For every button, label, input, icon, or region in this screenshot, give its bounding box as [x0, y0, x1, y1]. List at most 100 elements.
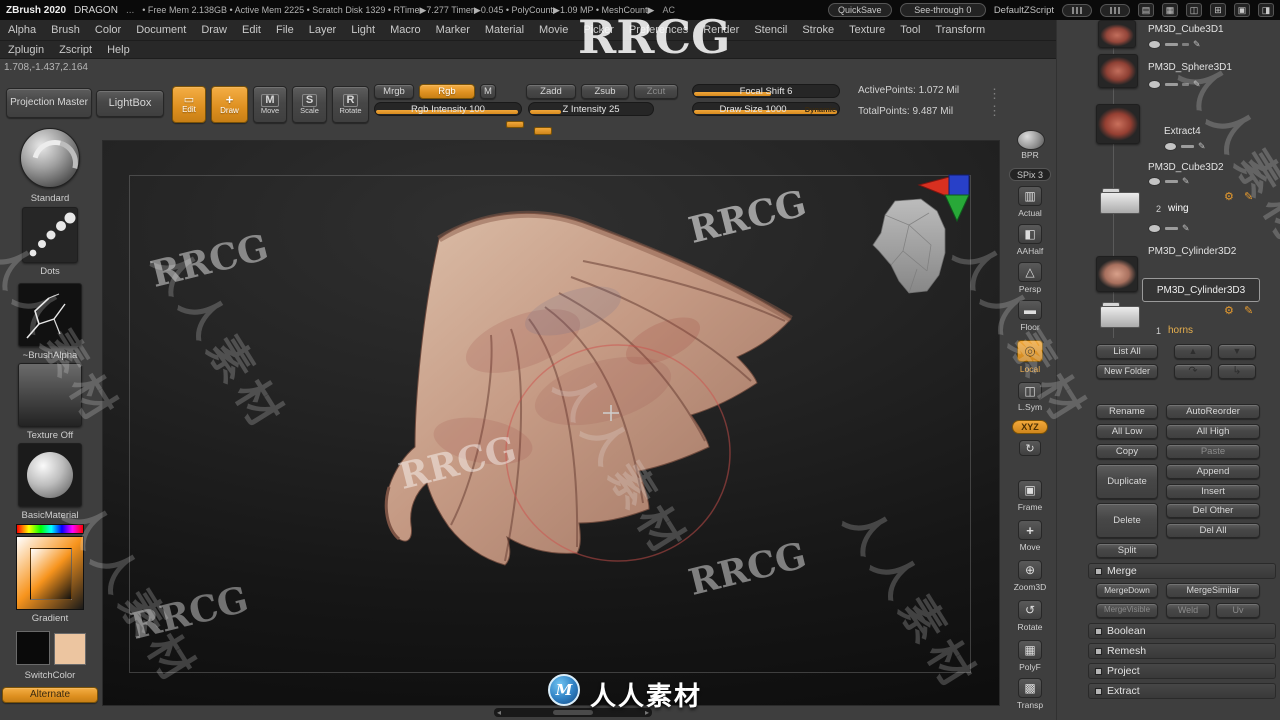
local-icon[interactable]: ◎	[1017, 340, 1043, 362]
layout-icon-4[interactable]: ⊞	[1210, 3, 1226, 17]
folder-icon[interactable]	[1100, 188, 1142, 216]
menu-stroke[interactable]: Stroke	[802, 24, 834, 36]
rename-button[interactable]: Rename	[1096, 404, 1158, 419]
subtool-selected[interactable]: PM3D_Cylinder3D3	[1142, 278, 1260, 302]
eye-icon[interactable]	[1148, 177, 1161, 186]
z-intensity-slider[interactable]: Z Intensity 25	[528, 102, 654, 116]
mergesimilar-button[interactable]: MergeSimilar	[1166, 583, 1260, 598]
menu-stencil[interactable]: Stencil	[754, 24, 787, 36]
mini-slider-1[interactable]	[1062, 3, 1092, 17]
pen-icon[interactable]: ✎	[1198, 142, 1206, 151]
new-folder-button[interactable]: New Folder	[1096, 364, 1158, 379]
subtool-controls[interactable]: ✎	[1148, 224, 1190, 233]
rgb-button[interactable]: Rgb	[419, 84, 475, 99]
split-button[interactable]: Split	[1096, 543, 1158, 558]
brush-selector[interactable]	[20, 128, 87, 195]
menu-edit[interactable]: Edit	[242, 24, 261, 36]
material-selector[interactable]	[18, 443, 82, 507]
menu-color[interactable]: Color	[95, 24, 121, 36]
cycle-icon[interactable]: ↻	[1019, 440, 1041, 456]
autoreorder-button[interactable]: AutoReorder	[1166, 404, 1260, 419]
menu-zscript[interactable]: Zscript	[59, 44, 92, 56]
move-button[interactable]: M Move	[253, 86, 287, 123]
zoom3d-icon[interactable]: ⊕	[1018, 560, 1042, 580]
draw-size-slider[interactable]: Draw Size 1000 Dynamic	[692, 102, 840, 116]
mini-slider-icon[interactable]	[1182, 43, 1189, 46]
project-section-header[interactable]: Project	[1088, 663, 1276, 679]
floor-icon[interactable]: ▬	[1018, 300, 1042, 320]
subtool-controls[interactable]: ✎	[1164, 142, 1206, 151]
scroll-right-icon[interactable]: ▸	[645, 708, 649, 717]
copy-button[interactable]: Copy	[1096, 444, 1158, 459]
menu-transform[interactable]: Transform	[935, 24, 985, 36]
zscript-label[interactable]: DefaultZScript	[994, 5, 1054, 16]
mini-slider-icon[interactable]	[1181, 145, 1194, 148]
edit-button[interactable]: ▭ Edit	[172, 86, 206, 123]
subtool-name[interactable]: PM3D_Cube3D1	[1148, 24, 1224, 35]
layout-icon-6[interactable]: ◨	[1258, 3, 1274, 17]
spix-slider[interactable]: SPix 3	[1009, 168, 1051, 181]
lightbox-button[interactable]: LightBox	[96, 90, 164, 117]
mini-slider-icon[interactable]	[1165, 180, 1178, 183]
viewport-canvas[interactable]	[102, 140, 1000, 706]
subtool-controls[interactable]: ✎	[1148, 177, 1190, 186]
folder-name[interactable]: wing	[1168, 203, 1189, 214]
menu-draw[interactable]: Draw	[201, 24, 227, 36]
pen-icon[interactable]: ✎	[1182, 224, 1190, 233]
extract-section-header[interactable]: Extract	[1088, 683, 1276, 699]
menu-help[interactable]: Help	[107, 44, 130, 56]
m-button[interactable]: M	[480, 84, 496, 99]
folder-gear-icon[interactable]: ⚙	[1224, 192, 1234, 203]
rotate3d-icon[interactable]: ↺	[1018, 600, 1042, 620]
layout-icon-3[interactable]: ◫	[1186, 3, 1202, 17]
subtool-name[interactable]: PM3D_Cube3D2	[1148, 162, 1224, 173]
subtool-down-button[interactable]: ▼	[1218, 344, 1256, 359]
color-picker-inner[interactable]	[30, 548, 72, 600]
scrollbar-thumb[interactable]	[553, 710, 593, 715]
persp-icon[interactable]: △	[1018, 262, 1042, 282]
menu-macro[interactable]: Macro	[390, 24, 421, 36]
mini-slider-icon[interactable]	[1165, 43, 1178, 46]
subtool-thumb[interactable]	[1098, 20, 1136, 48]
menu-movie[interactable]: Movie	[539, 24, 568, 36]
menu-brush[interactable]: Brush	[51, 24, 80, 36]
rotate-button[interactable]: R Rotate	[332, 86, 369, 123]
menu-zplugin[interactable]: Zplugin	[8, 44, 44, 56]
subtool-thumb[interactable]	[1096, 104, 1140, 144]
del-other-button[interactable]: Del Other	[1166, 503, 1260, 518]
menu-light[interactable]: Light	[351, 24, 375, 36]
alpha-selector[interactable]	[18, 283, 82, 347]
zadd-button[interactable]: Zadd	[526, 84, 576, 99]
folder-icon[interactable]	[1100, 302, 1142, 330]
remesh-section-header[interactable]: Remesh	[1088, 643, 1276, 659]
subtool-up-button[interactable]: ▲	[1174, 344, 1212, 359]
mergedown-button[interactable]: MergeDown	[1096, 583, 1158, 598]
mini-slider-icon[interactable]	[1165, 227, 1178, 230]
zsub-button[interactable]: Zsub	[581, 84, 629, 99]
move-out-folder-button[interactable]: ↷	[1174, 364, 1212, 379]
aahalf-icon[interactable]: ◧	[1018, 224, 1042, 244]
menu-document[interactable]: Document	[136, 24, 186, 36]
xyz-button[interactable]: XYZ	[1012, 420, 1048, 434]
lsym-icon[interactable]: ◫	[1018, 382, 1042, 400]
menu-tool[interactable]: Tool	[900, 24, 920, 36]
subtool-controls[interactable]: ✎	[1148, 80, 1201, 89]
subtool-thumb[interactable]	[1096, 256, 1138, 292]
main-color-swatch[interactable]	[16, 631, 50, 665]
layout-icon-5[interactable]: ▣	[1234, 3, 1250, 17]
texture-selector[interactable]	[18, 363, 82, 427]
menu-render[interactable]: Render	[703, 24, 739, 36]
subtool-name[interactable]: PM3D_Sphere3D1	[1148, 62, 1232, 73]
append-button[interactable]: Append	[1166, 464, 1260, 479]
mini-slider-icon[interactable]	[1165, 83, 1178, 86]
alternate-button[interactable]: Alternate	[2, 687, 98, 703]
actual-icon[interactable]: ▥	[1018, 186, 1042, 206]
pen-icon[interactable]: ✎	[1182, 177, 1190, 186]
all-high-button[interactable]: All High	[1166, 424, 1260, 439]
folder-brush-icon[interactable]: ✎	[1244, 192, 1253, 203]
scroll-left-icon[interactable]: ◂	[497, 708, 501, 717]
bpr-icon[interactable]	[1017, 130, 1045, 150]
menu-marker[interactable]: Marker	[436, 24, 470, 36]
projection-master-button[interactable]: Projection Master	[6, 88, 92, 118]
insert-button[interactable]: Insert	[1166, 484, 1260, 499]
